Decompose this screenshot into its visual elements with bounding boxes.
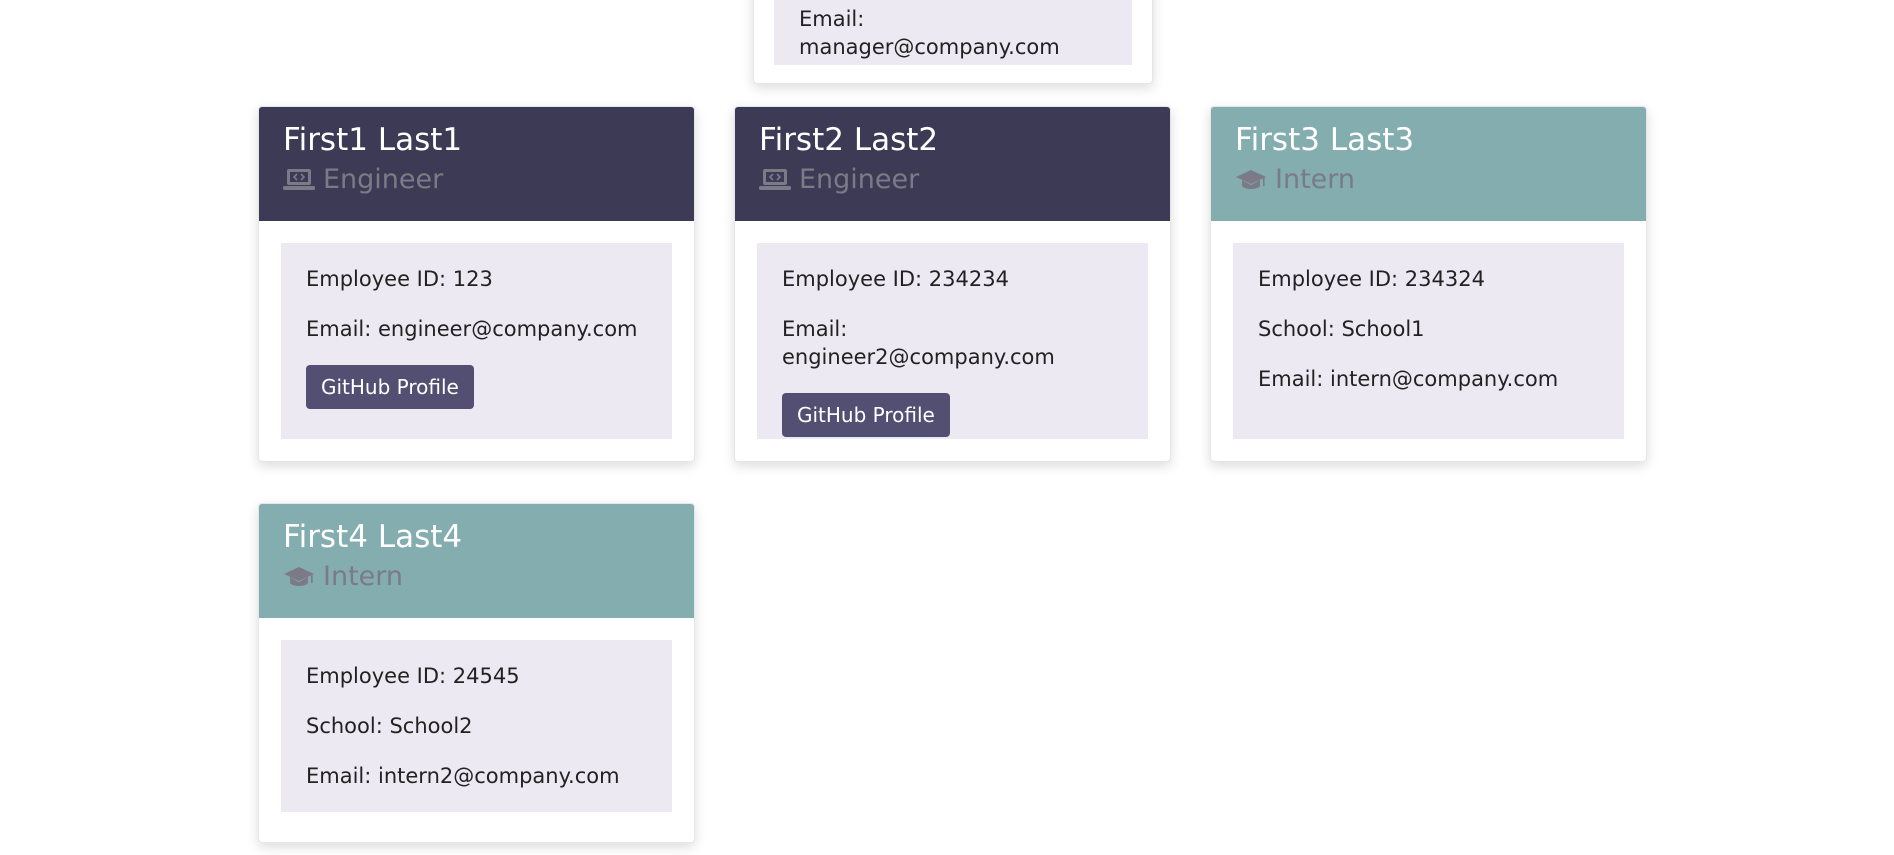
role-label: Engineer [799,164,920,195]
employee-card: First2 Last2 Engineer Employee ID: 23423… [734,106,1171,462]
employee-card: First3 Last3 Intern Employee ID: 234324 … [1210,106,1647,462]
card-body: Employee ID: 234234 Email: engineer2@com… [735,221,1170,461]
employee-name: First3 Last3 [1235,122,1415,158]
info-box: Employee ID: 234234 Email: engineer2@com… [757,243,1148,439]
employee-id: Employee ID: 123 [306,267,493,291]
card-header: First2 Last2 Engineer [735,107,1170,221]
graduation-cap-icon [284,567,314,586]
employee-card: First1 Last1 Engineer Employee ID: 123 E… [258,106,695,462]
role-label: Engineer [323,164,444,195]
github-profile-button[interactable]: GitHub Profile [782,393,950,437]
employee-name: First1 Last1 [283,122,463,158]
card-header: First1 Last1 Engineer [259,107,694,221]
info-box: Employee ID: 123 Email: engineer@company… [281,243,672,439]
employee-name: First4 Last4 [283,519,463,555]
employee-role: Intern [283,558,670,596]
role-label: Intern [323,561,404,592]
role-label: Intern [1275,164,1356,195]
employee-role: Engineer [759,161,1146,199]
employee-email[interactable]: Email: engineer@company.com [306,315,647,343]
manager-email[interactable]: Email: manager@company.com [799,5,1107,61]
employee-role: Engineer [283,161,670,199]
card-header: First3 Last3 Intern [1211,107,1646,221]
card-body: Employee ID: 123 Email: engineer@company… [259,221,694,461]
employee-school: School: School1 [1258,317,1425,341]
graduation-cap-icon [1236,170,1266,189]
card-body: Employee ID: 24545 School: School2 Email… [259,618,694,834]
team-page: Email: manager@company.com First1 Last1 … [0,0,1894,855]
employee-name: First2 Last2 [759,122,939,158]
manager-card: Email: manager@company.com [753,0,1153,84]
laptop-code-icon [283,169,315,190]
employee-email[interactable]: Email: intern2@company.com [306,762,647,790]
laptop-code-icon [759,169,791,190]
employee-id: Employee ID: 234234 [782,267,1009,291]
employee-email[interactable]: Email: engineer2@company.com [782,315,1123,371]
employee-id: Employee ID: 234324 [1258,267,1485,291]
info-box: Employee ID: 234324 School: School1 Emai… [1233,243,1624,439]
employee-school: School: School2 [306,714,473,738]
employee-card: First4 Last4 Intern Employee ID: 24545 S… [258,503,695,843]
employee-email[interactable]: Email: intern@company.com [1258,365,1599,393]
github-profile-button[interactable]: GitHub Profile [306,365,474,409]
employee-role: Intern [1235,161,1622,199]
manager-info-box: Email: manager@company.com [774,0,1132,65]
card-body: Employee ID: 234324 School: School1 Emai… [1211,221,1646,461]
info-box: Employee ID: 24545 School: School2 Email… [281,640,672,812]
employee-id: Employee ID: 24545 [306,664,520,688]
card-header: First4 Last4 Intern [259,504,694,618]
